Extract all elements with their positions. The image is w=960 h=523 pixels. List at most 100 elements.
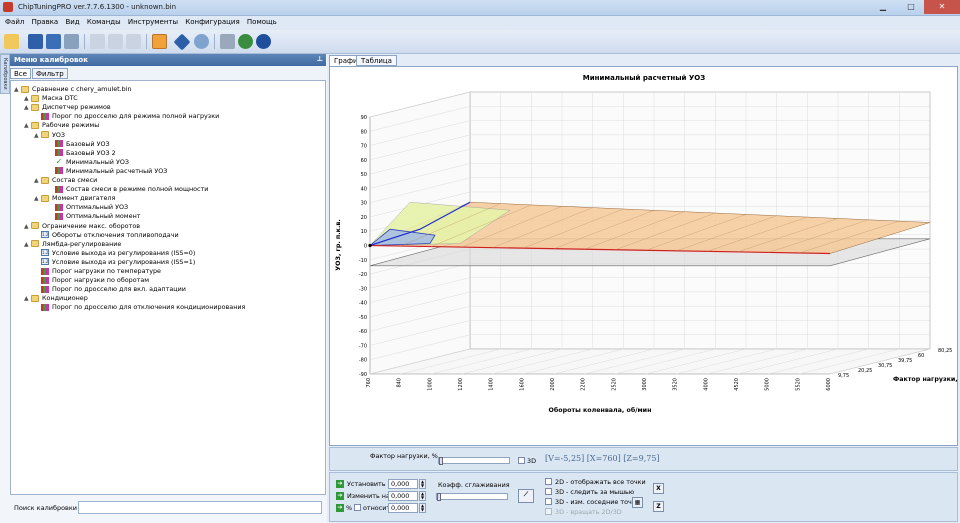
option-checkbox-1[interactable] bbox=[545, 478, 552, 485]
menu-view[interactable]: Вид bbox=[65, 18, 79, 26]
tree-item[interactable]: Маска DTC ▲ bbox=[24, 94, 78, 103]
expand-icon[interactable]: ▲ bbox=[34, 131, 39, 140]
expand-icon[interactable]: ▲ bbox=[24, 240, 29, 249]
search-icon[interactable] bbox=[194, 34, 209, 49]
tree-item[interactable]: Кондиционер ▲ bbox=[24, 294, 88, 303]
help-icon[interactable] bbox=[256, 34, 271, 49]
tree-item[interactable]: Базовый УОЗ bbox=[55, 140, 110, 149]
change-arrow-icon[interactable]: ➔ bbox=[336, 492, 344, 500]
expand-icon[interactable]: ▲ bbox=[34, 194, 39, 203]
tree-item[interactable]: Порог по дросселю для вкл. адаптации bbox=[41, 285, 186, 294]
menu-commands[interactable]: Команды bbox=[87, 18, 121, 26]
expand-icon[interactable]: ▲ bbox=[24, 121, 29, 130]
menu-configuration[interactable]: Конфигурация bbox=[185, 18, 239, 26]
chart-area[interactable]: Минимальный расчетный УОЗ 90 80 70 60 50 40 30 2… bbox=[329, 66, 959, 447]
minimize-button[interactable]: ▁ bbox=[870, 0, 896, 14]
expand-icon[interactable]: ▲ bbox=[24, 222, 29, 231]
tree-item[interactable]: Ограничение макс. оборотов ▲ bbox=[24, 222, 140, 231]
expand-icon[interactable]: ▲ bbox=[24, 103, 29, 112]
y-tick-label: 30 bbox=[361, 201, 367, 207]
set-label: Установить в bbox=[347, 480, 392, 488]
print-icon[interactable] bbox=[64, 34, 79, 49]
smooth-apply-icon[interactable]: ⟋ bbox=[518, 489, 534, 503]
menu-file[interactable]: Файл bbox=[5, 18, 24, 26]
tree-item[interactable]: УОЗ ▲ bbox=[34, 131, 65, 140]
relative-arrow-icon[interactable]: ➔ bbox=[336, 504, 344, 512]
option-label-2: 3D - следить за мышью bbox=[555, 488, 635, 496]
tree-item[interactable]: Оптимальный УОЗ bbox=[55, 203, 128, 212]
tab-all[interactable]: Все bbox=[10, 68, 31, 79]
z-tick-label: 9,75 bbox=[838, 373, 849, 379]
checkbox-3d[interactable] bbox=[518, 457, 525, 464]
slider-thumb[interactable] bbox=[437, 493, 441, 501]
search-input[interactable] bbox=[78, 501, 322, 514]
tree-item[interactable]: Порог по дросселю для отключения кондици… bbox=[41, 303, 245, 312]
y-tick-label: 80 bbox=[361, 129, 367, 135]
tree-item[interactable]: Момент двигателя ▲ bbox=[34, 194, 115, 203]
tree-item[interactable]: Сравнение с chery_amulet.bin ▲ bbox=[14, 85, 132, 94]
tree-item[interactable]: 1.2 Условие выхода из регулирования (ISS=… bbox=[41, 249, 195, 258]
cut-icon[interactable] bbox=[126, 34, 141, 49]
tree-item[interactable]: Оптимальный момент bbox=[55, 212, 140, 221]
expand-icon[interactable]: ▲ bbox=[24, 294, 29, 303]
tab-filter[interactable]: Фильтр bbox=[32, 68, 68, 79]
close-button[interactable]: ✕ bbox=[924, 0, 960, 14]
load-factor-slider[interactable] bbox=[438, 457, 510, 465]
change-spinner[interactable]: ▲ ▼ bbox=[419, 491, 426, 501]
expand-icon[interactable]: ▲ bbox=[34, 176, 39, 185]
x-axis-label: Обороты коленвала, об/мин bbox=[549, 406, 652, 414]
update-icon[interactable] bbox=[238, 34, 253, 49]
relative-spinner[interactable]: ▲ ▼ bbox=[419, 503, 426, 513]
paste-icon[interactable] bbox=[108, 34, 123, 49]
tree-item[interactable]: Порог нагрузки по оборотам bbox=[41, 276, 149, 285]
option-label-3: 3D - изм. соседние точки bbox=[555, 498, 640, 506]
folder-icon bbox=[41, 194, 49, 202]
menu-edit[interactable]: Правка bbox=[32, 18, 59, 26]
y-tick-label: -50 bbox=[359, 315, 367, 321]
tree-item[interactable]: Диспетчер режимов ▲ bbox=[24, 103, 111, 112]
save-as-icon[interactable] bbox=[46, 34, 61, 49]
x-tick-label: 2520 bbox=[611, 378, 617, 391]
pin-icon[interactable]: ⊥ bbox=[317, 55, 323, 63]
tree-item[interactable]: Состав смеси ▲ bbox=[34, 176, 97, 185]
copy-icon[interactable] bbox=[90, 34, 105, 49]
tree-item[interactable]: 1.2 Обороты отключения топливоподачи bbox=[41, 231, 179, 240]
set-value-field[interactable]: 0,000 bbox=[388, 479, 418, 489]
tab-table[interactable]: Таблица bbox=[356, 55, 397, 66]
tree-item[interactable]: Лямбда-регулирование ▲ bbox=[24, 240, 121, 249]
tree-item[interactable]: ✓ Минимальный УОЗ bbox=[55, 158, 129, 167]
option-checkbox-4[interactable] bbox=[545, 508, 552, 515]
set-spinner[interactable]: ▲ ▼ bbox=[419, 479, 426, 489]
option-checkbox-3[interactable] bbox=[545, 498, 552, 505]
z-button[interactable]: Z bbox=[653, 501, 664, 512]
expand-icon[interactable]: ▲ bbox=[24, 94, 29, 103]
y-tick-label: 50 bbox=[361, 172, 367, 178]
grid-icon[interactable]: ▦ bbox=[632, 497, 643, 508]
calibrations-side-tab[interactable]: Калибровки bbox=[0, 54, 10, 94]
tree-item[interactable]: Состав смеси в режиме полной мощности bbox=[55, 185, 208, 194]
smoothing-slider[interactable] bbox=[436, 493, 508, 501]
settings-icon[interactable] bbox=[220, 34, 235, 49]
save-icon[interactable] bbox=[28, 34, 43, 49]
tree-item[interactable]: Рабочие режимы ▲ bbox=[24, 121, 99, 130]
open-icon[interactable] bbox=[4, 34, 19, 49]
set-arrow-icon[interactable]: ➔ bbox=[336, 480, 344, 488]
compare-icon[interactable] bbox=[152, 34, 167, 49]
relative-value-field[interactable]: 0,000 bbox=[388, 503, 418, 513]
slider-thumb[interactable] bbox=[439, 457, 443, 465]
tree-item[interactable]: 1.2 Условие выхода из регулирования (ISS=… bbox=[41, 258, 195, 267]
tree-item[interactable]: Порог по дросселю для режима полной нагр… bbox=[41, 112, 219, 121]
change-value-field[interactable]: 0,000 bbox=[388, 491, 418, 501]
surface-chart[interactable]: Минимальный расчетный УОЗ 90 80 70 60 50 40 30 2… bbox=[330, 67, 959, 447]
checksum-icon[interactable] bbox=[173, 33, 191, 51]
tree-item[interactable]: Порог нагрузки по температуре bbox=[41, 267, 161, 276]
relative-checkbox[interactable] bbox=[354, 504, 361, 511]
menu-help[interactable]: Помощь bbox=[247, 18, 277, 26]
tree-item[interactable]: Минимальный расчетный УОЗ bbox=[55, 167, 167, 176]
expand-icon[interactable]: ▲ bbox=[14, 85, 19, 94]
menu-tools[interactable]: Инструменты bbox=[128, 18, 178, 26]
x-button[interactable]: X bbox=[653, 483, 664, 494]
maximize-button[interactable]: □ bbox=[898, 0, 924, 14]
tree-item[interactable]: Базовый УОЗ 2 bbox=[55, 149, 116, 158]
option-checkbox-2[interactable] bbox=[545, 488, 552, 495]
